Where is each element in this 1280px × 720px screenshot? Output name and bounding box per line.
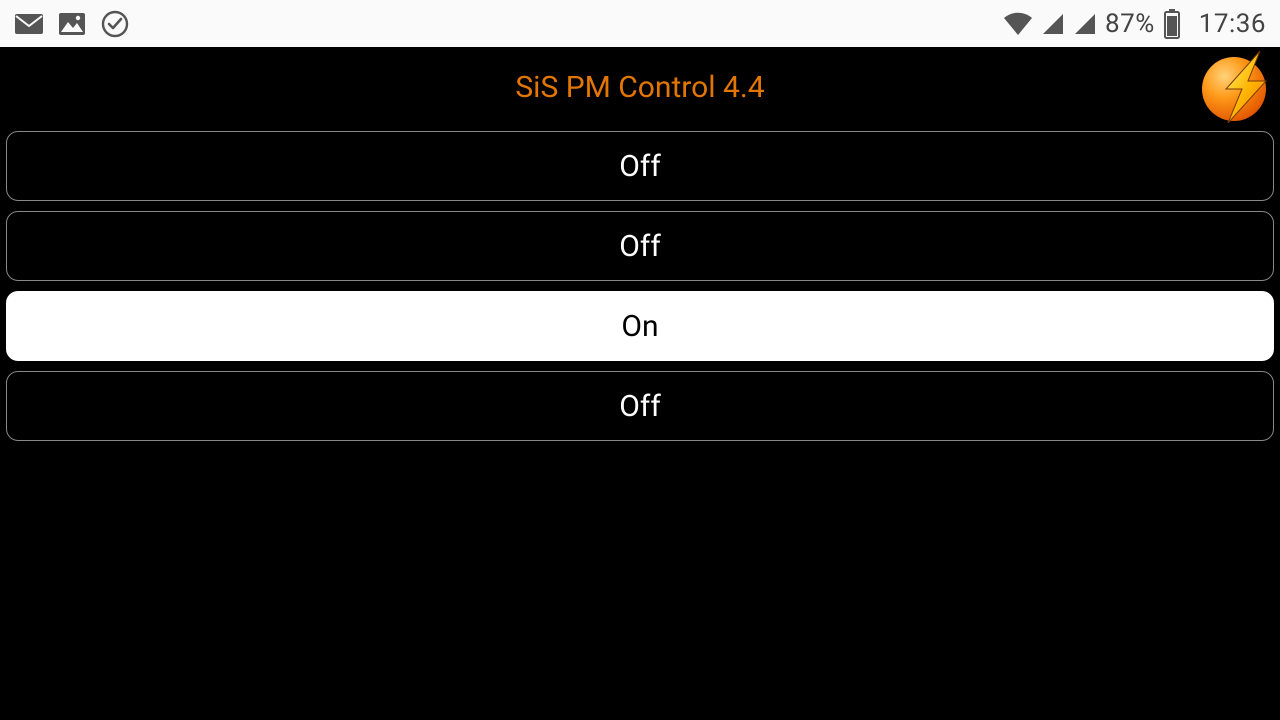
outlet-state-label: Off [619,229,661,264]
battery-icon [1163,9,1181,39]
outlet-state-label: Off [619,149,661,184]
cell-signal-1-icon [1041,12,1065,36]
outlet-button-2[interactable]: Off [6,211,1274,281]
status-bar-left-icons [14,9,130,39]
wifi-icon [1003,12,1033,36]
picture-icon [58,12,86,36]
outlet-list: Off Off On Off [0,127,1280,441]
status-bar-right-icons: 87% 17:36 [1003,9,1266,39]
lightning-bolt-icon [1208,51,1278,123]
app-logo [1202,57,1270,125]
mail-icon [14,13,44,35]
clock-label: 17:36 [1199,9,1266,39]
checkmark-circle-icon [100,9,130,39]
outlet-button-4[interactable]: Off [6,371,1274,441]
app-header: SiS PM Control 4.4 [0,47,1280,127]
outlet-button-1[interactable]: Off [6,131,1274,201]
outlet-state-label: On [621,309,658,344]
cell-signal-2-icon [1073,12,1097,36]
page-title: SiS PM Control 4.4 [515,70,764,105]
outlet-state-label: Off [619,389,661,424]
battery-percent-label: 87% [1105,9,1155,39]
android-status-bar: 87% 17:36 [0,0,1280,47]
outlet-button-3[interactable]: On [6,291,1274,361]
